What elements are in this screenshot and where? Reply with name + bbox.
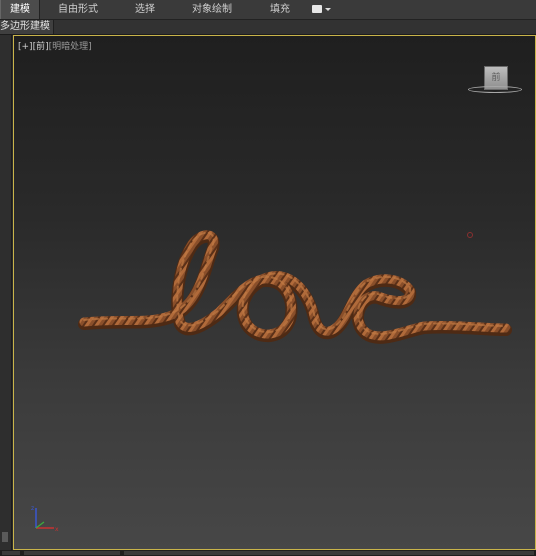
tab-freeform[interactable]: 自由形式 [50,0,106,19]
front-viewport[interactable]: [+][前][明暗处理] 前 x z [13,35,536,550]
status-segment-right[interactable] [124,551,534,555]
panel-dropdown-icon[interactable] [312,3,332,16]
tab-object-paint[interactable]: 对象绘制 [186,0,238,19]
rope-love-object[interactable] [14,36,535,549]
ribbon-sub-bar: 多边形建模 [0,20,536,35]
left-side-strip [0,35,12,550]
bottom-status-strip [0,550,536,556]
status-segment-mid[interactable] [24,551,120,555]
tab-populate[interactable]: 填充 [262,0,298,19]
ribbon-menu-bar: 建模 自由形式 选择 对象绘制 填充 [0,0,536,20]
status-segment-left[interactable] [2,551,20,555]
side-strip-handle[interactable] [2,532,8,542]
svg-text:x: x [55,526,59,533]
tab-polygon-modeling[interactable]: 多边形建模 [0,20,54,34]
tab-selection[interactable]: 选择 [126,0,164,19]
axis-tripod-icon: x z [31,505,59,533]
tab-modeling[interactable]: 建模 [0,0,40,19]
svg-text:z: z [31,505,34,512]
